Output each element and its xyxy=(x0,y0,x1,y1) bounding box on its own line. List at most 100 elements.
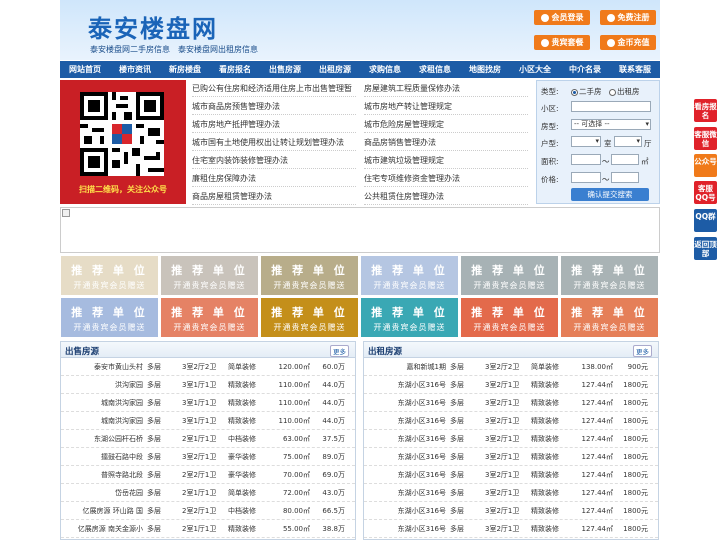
listing-price: 66.5万 xyxy=(322,507,345,515)
news-item[interactable]: 城市建筑垃圾管理规定 xyxy=(364,152,528,169)
table-row[interactable]: 东湖小区316号 多层 3室2厅1卫 精致装修 127.44㎡ 1800元 xyxy=(364,448,658,466)
sale-more-button[interactable]: 更多 xyxy=(330,345,349,357)
layout-select[interactable]: -- 可选择 -- ▾ xyxy=(571,119,651,130)
listing-building-type: 多层 xyxy=(147,363,161,371)
nav-map-search[interactable]: 地图找房 xyxy=(460,61,510,78)
news-item[interactable]: 房屋建筑工程质量保修办法 xyxy=(364,80,528,97)
table-row[interactable]: 亿展房源 南关金源小 多层 2室1厅1卫 精致装修 55.00㎡ 38.8万 xyxy=(61,520,355,538)
news-item[interactable]: 商品房销售管理办法 xyxy=(364,134,528,151)
table-row[interactable]: 擂鼓石路中段 多层 3室2厅1卫 豪华装修 75.00㎡ 89.0万 xyxy=(61,448,355,466)
rent-more-button[interactable]: 更多 xyxy=(633,345,652,357)
login-button[interactable]: 会员登录 xyxy=(534,10,590,25)
table-row[interactable]: 东湖小区316号 多层 3室2厅1卫 精致装修 127.44㎡ 1800元 xyxy=(364,394,658,412)
table-row[interactable]: 东湖公园杆石桥 多层 2室1厅1卫 中档装修 63.00㎡ 37.5万 xyxy=(61,430,355,448)
site-logo-title[interactable]: 泰安楼盘网 xyxy=(88,9,218,44)
table-row[interactable]: 城南洪沟家园 多层 3室1厅1卫 精致装修 110.00㎡ 44.0万 xyxy=(61,394,355,412)
halls-select[interactable]: ▾ xyxy=(614,136,642,147)
listing-area: 127.44㎡ xyxy=(581,507,614,515)
table-row[interactable]: 东湖小区316号 多层 3室2厅1卫 精致装修 127.44㎡ 1800元 xyxy=(364,376,658,394)
table-row[interactable]: 亿展房源 环山路 国多层 2室2厅1卫 中档装修 80.00㎡ 66.5万 xyxy=(61,502,355,520)
news-item[interactable]: 廉租住房保障办法 xyxy=(192,170,356,187)
type-radio-rental[interactable]: 出租房 xyxy=(609,86,640,97)
ad-slot[interactable]: 推 荐 单 位开通贵宾会员赠送 xyxy=(61,256,158,295)
ad-slot[interactable]: 推 荐 单 位开通贵宾会员赠送 xyxy=(61,298,158,337)
vip-package-button[interactable]: 贵宾套餐 xyxy=(534,35,590,50)
nav-wanted-rent[interactable]: 求租信息 xyxy=(410,61,460,78)
rooms-select[interactable]: ▾ xyxy=(571,136,601,147)
nav-viewing-signup[interactable]: 看房报名 xyxy=(210,61,260,78)
ad-slot[interactable]: 推 荐 单 位开通贵宾会员赠送 xyxy=(161,298,258,337)
ad-slot[interactable]: 推 荐 单 位开通贵宾会员赠送 xyxy=(361,256,458,295)
sidebar-back-to-top[interactable]: 返回顶部 xyxy=(694,237,717,260)
ad-slot[interactable]: 推 荐 单 位开通贵宾会员赠送 xyxy=(561,298,658,337)
listing-building-type: 多层 xyxy=(147,453,161,461)
listing-building-type: 多层 xyxy=(450,381,464,389)
ad-slot[interactable]: 推 荐 单 位开通贵宾会员赠送 xyxy=(161,256,258,295)
table-row[interactable]: 东湖小区316号 多层 3室2厅1卫 精致装修 127.44㎡ 1800元 xyxy=(364,430,658,448)
nav-news[interactable]: 楼市资讯 xyxy=(110,61,160,78)
coin-icon xyxy=(606,38,615,47)
table-row[interactable]: 嘉和新城1期 多层 3室2厅2卫 简单装修 138.00㎡ 900元 xyxy=(364,358,658,376)
sidebar-service-wechat[interactable]: 客服微信 xyxy=(694,127,717,150)
news-item[interactable]: 城市房地产抵押管理办法 xyxy=(192,116,356,133)
listing-layout: 3室2厅1卫 xyxy=(485,507,520,515)
listing-price: 38.8万 xyxy=(322,525,345,533)
table-row[interactable]: 东湖小区316号 多层 3室2厅1卫 精致装修 127.44㎡ 1800元 xyxy=(364,502,658,520)
table-row[interactable]: 东湖小区316号 多层 3室2厅1卫 精致装修 127.44㎡ 1800元 xyxy=(364,412,658,430)
banner-ad[interactable] xyxy=(60,207,660,253)
table-row[interactable]: 东湖小区316号 多层 3室2厅1卫 精致装修 127.44㎡ 1800元 xyxy=(364,520,658,538)
listing-layout: 2室2厅1卫 xyxy=(182,471,217,479)
listing-building-type: 多层 xyxy=(147,525,161,533)
nav-agencies[interactable]: 中介名录 xyxy=(560,61,610,78)
news-item[interactable]: 城市商品房预售管理办法 xyxy=(192,98,356,115)
table-row[interactable]: 普照寺路北段 多层 2室2厅1卫 豪华装修 70.00㎡ 69.0万 xyxy=(61,466,355,484)
listing-decoration: 简单装修 xyxy=(228,363,256,371)
ad-slot[interactable]: 推 荐 单 位开通贵宾会员赠送 xyxy=(461,298,558,337)
community-input[interactable] xyxy=(571,101,651,112)
listing-layout: 3室2厅1卫 xyxy=(485,417,520,425)
table-row[interactable]: 东湖小区316号 多层 3室2厅1卫 精致装修 127.44㎡ 1800元 xyxy=(364,466,658,484)
coin-recharge-button[interactable]: 金币充值 xyxy=(600,35,656,50)
news-item[interactable]: 住宅室内装饰装修管理办法 xyxy=(192,152,356,169)
nav-communities[interactable]: 小区大全 xyxy=(510,61,560,78)
table-row[interactable]: 东湖小区316号 多层 3室2厅1卫 精致装修 127.44㎡ 1800元 xyxy=(364,484,658,502)
table-row[interactable]: 岱岳花园 多层 2室1厅1卫 简单装修 72.00㎡ 43.0万 xyxy=(61,484,355,502)
sidebar-viewing-signup[interactable]: 看房报名 xyxy=(694,99,717,122)
area-min-input[interactable] xyxy=(571,154,601,165)
nav-home[interactable]: 网站首页 xyxy=(60,61,110,78)
news-item[interactable]: 城市房地产转让管理规定 xyxy=(364,98,528,115)
price-min-input[interactable] xyxy=(571,172,601,183)
search-submit-button[interactable]: 确认提交搜索 xyxy=(571,188,649,201)
ad-slot[interactable]: 推 荐 单 位开通贵宾会员赠送 xyxy=(561,256,658,295)
table-row[interactable]: 泰安市黄山头村 多层 3室2厅2卫 简单装修 120.00㎡ 60.0万 xyxy=(61,358,355,376)
area-max-input[interactable] xyxy=(611,154,639,165)
nav-contact[interactable]: 联系客服 xyxy=(610,61,660,78)
nav-wanted-buy[interactable]: 求购信息 xyxy=(360,61,410,78)
table-row[interactable]: 城南洪沟家园 多层 3室1厅1卫 精致装修 110.00㎡ 44.0万 xyxy=(61,412,355,430)
nav-for-sale[interactable]: 出售房源 xyxy=(260,61,310,78)
ad-slot[interactable]: 推 荐 单 位开通贵宾会员赠送 xyxy=(261,298,358,337)
sidebar-official-account[interactable]: 公众号 xyxy=(694,154,717,177)
listing-area: 72.00㎡ xyxy=(282,489,310,497)
news-item[interactable]: 城市危险房屋管理规定 xyxy=(364,116,528,133)
sidebar-service-qq[interactable]: 客服QQ号 xyxy=(694,181,717,204)
price-max-input[interactable] xyxy=(611,172,639,183)
sidebar-qq-group[interactable]: QQ群 xyxy=(694,209,717,232)
news-item[interactable]: 商品房屋租赁管理办法 xyxy=(192,188,356,205)
news-item[interactable]: 公共租赁住房管理办法 xyxy=(364,188,528,205)
listing-area: 138.00㎡ xyxy=(581,363,614,371)
table-row[interactable]: 洪沟家园 多层 3室1厅1卫 精致装修 110.00㎡ 44.0万 xyxy=(61,376,355,394)
listing-area: 127.44㎡ xyxy=(581,435,614,443)
type-radio-secondhand[interactable]: 二手房 xyxy=(571,86,602,97)
nav-new-homes[interactable]: 新房楼盘 xyxy=(160,61,210,78)
ad-slot[interactable]: 推 荐 单 位开通贵宾会员赠送 xyxy=(361,298,458,337)
nav-for-rent[interactable]: 出租房源 xyxy=(310,61,360,78)
ad-slot[interactable]: 推 荐 单 位开通贵宾会员赠送 xyxy=(261,256,358,295)
news-item[interactable]: 城市国有土地使用权出让转让规划管理办法 xyxy=(192,134,356,151)
news-item[interactable]: 已购公有住房和经济适用住房上市出售管理暂 xyxy=(192,80,356,97)
news-item[interactable]: 住宅专项维修资金管理办法 xyxy=(364,170,528,187)
listing-name: 亿展房源 南关金源小 xyxy=(77,525,143,533)
ad-slot[interactable]: 推 荐 单 位开通贵宾会员赠送 xyxy=(461,256,558,295)
listing-layout: 3室2厅2卫 xyxy=(182,363,217,371)
register-button[interactable]: 免费注册 xyxy=(600,10,656,25)
